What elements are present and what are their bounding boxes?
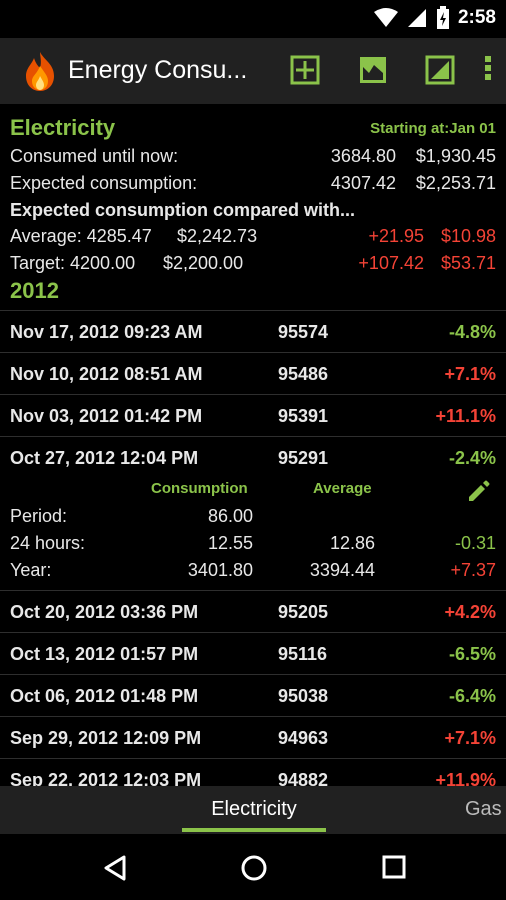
reading-detail-panel: Consumption Average Period: 86.00 24 hou…: [0, 478, 506, 590]
col-average-header: Average: [313, 480, 372, 497]
reading-value: 95391: [278, 406, 329, 426]
tab-indicator: [182, 828, 326, 832]
reading-value: 94882: [278, 770, 329, 786]
target-label: Target: 4200.00: [10, 253, 136, 273]
hours-label: 24 hours:: [10, 533, 86, 553]
col-consumption-header: Consumption: [151, 480, 248, 497]
target-cost: $2,200.00: [163, 253, 244, 273]
reading-change: +11.9%: [435, 770, 496, 786]
hours-average: 12.86: [329, 533, 375, 553]
average-cost: $2,242.73: [177, 226, 258, 246]
compared-heading: Expected consumption compared with...: [10, 200, 356, 220]
reading-row[interactable]: Nov 03, 2012 01:42 PM 95391 +11.1%: [0, 394, 506, 436]
year-average: 3394.44: [309, 560, 375, 580]
back-icon[interactable]: [102, 854, 128, 882]
target-diff-cost: $53.71: [440, 253, 496, 273]
hours-consumption: 12.55: [207, 533, 253, 553]
average-diff-cost: $10.98: [440, 226, 496, 246]
energy-type-tabbar: Electricity Gas: [0, 786, 506, 834]
cellular-signal-icon: [407, 9, 426, 27]
reading-date: Nov 03, 2012 01:42 PM: [10, 406, 203, 426]
year-label: Year:: [10, 560, 52, 580]
reading-date: Oct 27, 2012 12:04 PM: [10, 448, 199, 468]
overflow-menu-icon[interactable]: [480, 54, 496, 86]
add-reading-icon[interactable]: [290, 55, 320, 85]
wifi-icon: [373, 8, 398, 27]
battery-charging-icon: [436, 6, 449, 29]
flame-app-icon: [26, 52, 54, 91]
app-toolbar: Energy Consu...: [0, 38, 506, 104]
reading-row[interactable]: Nov 17, 2012 09:23 AM 95574 -4.8%: [0, 310, 506, 352]
reading-value: 95486: [278, 364, 329, 384]
app-title: Energy Consu...: [68, 56, 248, 84]
consumed-label: Consumed until now:: [10, 146, 179, 166]
average-label: Average: 4285.47: [10, 226, 152, 246]
reading-value: 95116: [278, 644, 328, 664]
reading-value: 94963: [278, 728, 329, 748]
reading-change: +7.1%: [444, 728, 496, 748]
reading-change: +4.2%: [444, 602, 496, 622]
reading-row[interactable]: Oct 20, 2012 03:36 PM 95205 +4.2%: [0, 590, 506, 632]
summary-panel: Electricity Starting at:Jan 01 Consumed …: [0, 104, 506, 310]
reading-date: Nov 10, 2012 08:51 AM: [10, 364, 203, 384]
reading-value: 95038: [278, 686, 329, 706]
expected-cost: $2,253.71: [415, 173, 496, 193]
status-bar: 2:58: [0, 0, 506, 38]
reading-change: +7.1%: [444, 364, 496, 384]
reading-value: 95291: [278, 448, 329, 468]
reading-change: +11.1%: [435, 406, 496, 426]
edit-pencil-icon[interactable]: [466, 478, 492, 504]
statistics-icon[interactable]: [425, 55, 455, 85]
reading-date: Oct 13, 2012 01:57 PM: [10, 644, 199, 664]
consumed-cost: $1,930.45: [415, 146, 496, 166]
reading-value: 95205: [278, 602, 329, 622]
tab-electricity[interactable]: Electricity: [182, 798, 326, 821]
reading-row[interactable]: Sep 22, 2012 12:03 PM 94882 +11.9%: [0, 758, 506, 786]
expected-label: Expected consumption:: [10, 173, 198, 193]
readings-list[interactable]: Nov 17, 2012 09:23 AM 95574 -4.8% Nov 10…: [0, 310, 506, 786]
target-diff: +107.42: [358, 253, 424, 273]
hours-diff: -0.31: [454, 533, 496, 553]
reading-date: Sep 22, 2012 12:03 PM: [10, 770, 202, 786]
reading-value: 95574: [278, 322, 329, 342]
section-title: Electricity: [10, 115, 116, 140]
reading-row[interactable]: Sep 29, 2012 12:09 PM 94963 +7.1%: [0, 716, 506, 758]
consumed-value: 3684.80: [330, 146, 396, 166]
reading-date: Oct 06, 2012 01:48 PM: [10, 686, 199, 706]
period-consumption: 86.00: [207, 506, 253, 526]
chart-icon[interactable]: [358, 55, 388, 85]
reading-date: Oct 20, 2012 03:36 PM: [10, 602, 199, 622]
home-icon[interactable]: [240, 854, 268, 882]
reading-row-expanded[interactable]: Oct 27, 2012 12:04 PM 95291 -2.4%: [0, 436, 506, 478]
year-diff: +7.37: [450, 560, 496, 580]
status-time: 2:58: [457, 7, 496, 28]
year-consumption: 3401.80: [187, 560, 253, 580]
tab-gas[interactable]: Gas: [465, 798, 502, 821]
reading-change: -6.4%: [448, 686, 496, 706]
reading-change: -6.5%: [448, 644, 496, 664]
period-label: Period:: [10, 506, 68, 526]
recents-icon[interactable]: [381, 854, 407, 880]
reading-date: Nov 17, 2012 09:23 AM: [10, 322, 203, 342]
average-diff: +21.95: [368, 226, 424, 246]
reading-row[interactable]: Oct 13, 2012 01:57 PM 95116 -6.5%: [0, 632, 506, 674]
reading-row[interactable]: Nov 10, 2012 08:51 AM 95486 +7.1%: [0, 352, 506, 394]
system-navigation-bar: [0, 834, 506, 900]
reading-change: -4.8%: [448, 322, 496, 342]
reading-row[interactable]: Oct 06, 2012 01:48 PM 95038 -6.4%: [0, 674, 506, 716]
year-heading: 2012: [10, 278, 59, 303]
reading-date: Sep 29, 2012 12:09 PM: [10, 728, 202, 748]
starting-at-label[interactable]: Starting at:Jan 01: [370, 120, 496, 137]
reading-change: -2.4%: [448, 448, 496, 468]
expected-value: 4307.42: [330, 173, 396, 193]
